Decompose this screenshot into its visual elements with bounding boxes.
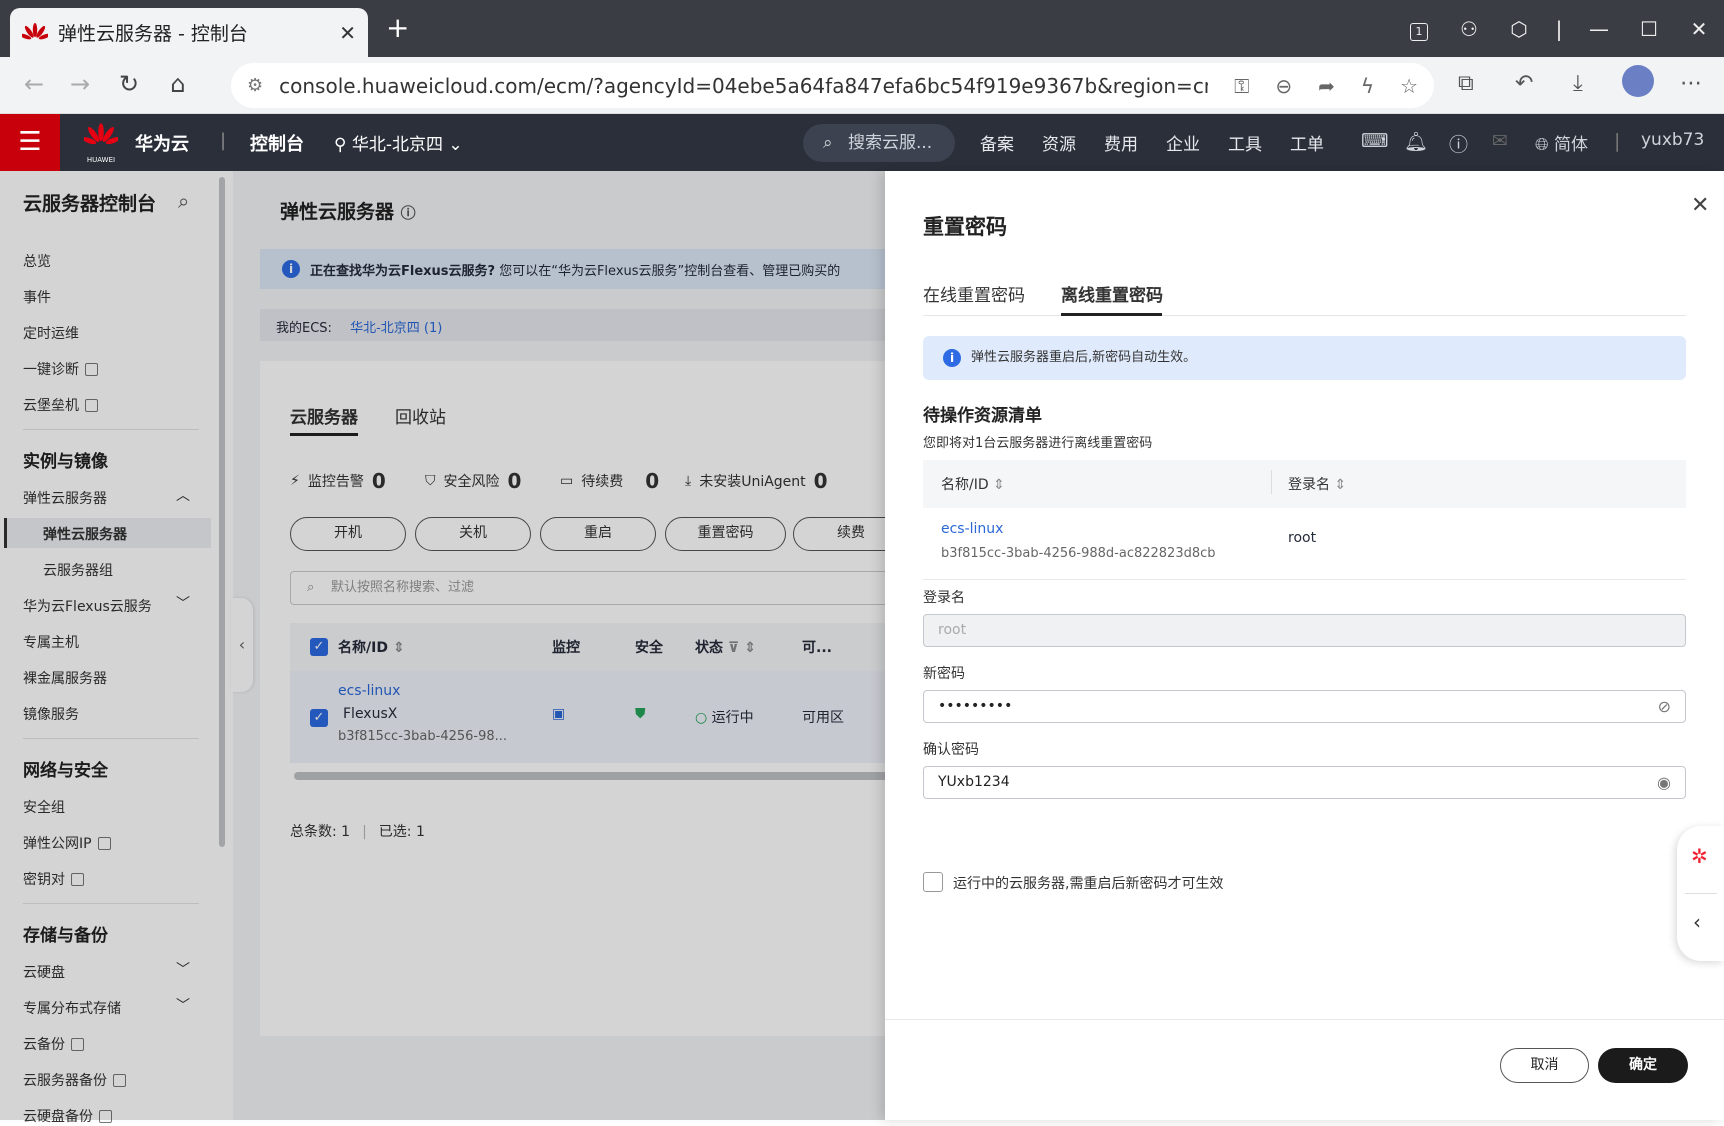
confirm-button[interactable]: 确定 (1598, 1048, 1688, 1083)
active-tab-indicator (1061, 313, 1162, 316)
col-name-id[interactable]: 名称/ID ⇕ (941, 474, 1005, 494)
restart-checkbox[interactable] (923, 872, 943, 892)
sort-icon: ⇕ (1334, 477, 1347, 493)
browser-tab[interactable]: 弹性云服务器 - 控制台 ✕ (10, 8, 368, 57)
nav-enterprise[interactable]: 企业 (1166, 130, 1200, 155)
browser-tab-bar: 弹性云服务器 - 控制台 ✕ + 1 ⚇ ⬡ | — ☐ ✕ (0, 0, 1724, 57)
home-button[interactable]: ⌂ (162, 70, 194, 98)
eye-icon[interactable]: ◉ (1657, 767, 1671, 798)
cancel-button[interactable]: 取消 (1500, 1048, 1589, 1083)
region-selector[interactable]: ⚲ 华北-北京四 ⌄ (334, 130, 463, 155)
sort-icon: ⇕ (993, 477, 1005, 493)
minimize-button[interactable]: — (1574, 17, 1624, 41)
header-search[interactable]: ⌕ 搜索云服... (803, 124, 955, 162)
help-icon[interactable]: ⓘ (1449, 130, 1468, 157)
back-button[interactable]: ← (18, 70, 50, 98)
drawer-title: 重置密码 (923, 215, 1007, 239)
col-divider (1271, 470, 1272, 494)
info-alert: i 弹性云服务器重启后,新密码自动生效。 (923, 336, 1686, 380)
login-name-label: 登录名 (923, 590, 965, 606)
resource-name-link[interactable]: ecs-linux (941, 521, 1003, 537)
zoom-out-icon[interactable]: ⊖ (1275, 74, 1292, 98)
info-alert-text: 弹性云服务器重启后,新密码自动生效。 (971, 350, 1197, 365)
more-menu-icon[interactable]: ⋯ (1680, 71, 1702, 96)
header-divider: | (220, 130, 227, 151)
profile-avatar[interactable] (1622, 65, 1654, 97)
eye-hidden-icon[interactable]: ⊘ (1658, 691, 1671, 722)
resource-id: b3f815cc-3bab-4256-988d-ac822823d8cb (941, 546, 1216, 561)
hamburger-menu-icon[interactable]: ☰ (0, 114, 60, 171)
floating-widget: ✲ ‹ (1677, 826, 1724, 961)
forward-button[interactable]: → (64, 70, 96, 98)
extensions-puzzle-icon[interactable]: ⧉ (1458, 71, 1474, 96)
logo-wordmark: HUAWEI (86, 156, 116, 164)
key-icon[interactable]: ⚿ (1234, 74, 1249, 98)
nav-beian[interactable]: 备案 (980, 130, 1014, 155)
bolt-icon[interactable]: ϟ (1361, 74, 1374, 98)
tab-offline-reset[interactable]: 离线重置密码 (1061, 281, 1163, 306)
console-header: ☰ HUAWEI 华为云 | 控制台 ⚲ 华北-北京四 ⌄ ⌕ 搜索云服... 备… (0, 114, 1724, 171)
assistant-icon[interactable]: ✲ (1691, 844, 1708, 868)
close-icon[interactable]: ✕ (1691, 193, 1709, 218)
download-icon[interactable]: ⤓ (1573, 71, 1583, 96)
nav-resources[interactable]: 资源 (1042, 130, 1076, 155)
col-login-name[interactable]: 登录名 ⇕ (1288, 474, 1346, 494)
login-name-field: root (923, 614, 1686, 647)
notification-bell-icon[interactable]: 🔔︎ (1404, 130, 1428, 153)
resource-table-row: ecs-linux b3f815cc-3bab-4256-988d-ac8228… (923, 508, 1686, 580)
separator: | (1555, 16, 1563, 41)
console-link[interactable]: 控制台 (250, 130, 304, 156)
user-menu[interactable]: yuxb73 (1641, 130, 1704, 150)
nav-billing[interactable]: 费用 (1104, 130, 1138, 155)
address-bar[interactable]: ⚙ console.huaweicloud.com/ecm/?agencyId=… (231, 63, 1434, 108)
divider (1685, 893, 1717, 894)
footer-divider (885, 1019, 1724, 1020)
search-placeholder: 搜索云服... (848, 133, 933, 153)
huawei-favicon-icon (19, 22, 51, 44)
resource-table-header: 名称/ID ⇕ 登录名 ⇕ (923, 460, 1686, 508)
new-password-field[interactable]: ••••••••• ⊘ (923, 690, 1686, 723)
brand-name[interactable]: 华为云 (135, 130, 189, 156)
confirm-password-label: 确认密码 (923, 742, 979, 758)
restart-checkbox-label: 运行中的云服务器,需重启后新密码才可生效 (953, 876, 1224, 892)
header-nav: 备案 资源 费用 企业 工具 工单 (980, 130, 1324, 155)
close-window-button[interactable]: ✕ (1674, 17, 1724, 41)
cloudshell-icon[interactable]: ⌨ (1361, 130, 1388, 152)
share-icon[interactable]: ➦ (1318, 74, 1335, 98)
tab-divider (923, 315, 1686, 316)
tab-online-reset[interactable]: 在线重置密码 (923, 281, 1025, 306)
favorite-star-icon[interactable]: ☆ (1400, 74, 1418, 98)
language-selector[interactable]: 🌐︎ 简体 (1535, 130, 1588, 155)
resource-list-subtitle: 您即将对1台云服务器进行离线重置密码 (923, 436, 1153, 451)
browser-toolbar: ← → ↻ ⌂ ⚙ console.huaweicloud.com/ecm/?a… (0, 57, 1724, 114)
extensions-icon[interactable]: ⬡ (1494, 17, 1544, 41)
confirm-password-field[interactable]: YUxb1234 ◉ (923, 766, 1686, 799)
maximize-button[interactable]: ☐ (1624, 17, 1674, 41)
resource-login: root (1288, 530, 1317, 546)
undo-icon[interactable]: ↶ (1515, 71, 1533, 96)
nav-tickets[interactable]: 工单 (1290, 130, 1324, 155)
header-divider-2: | (1614, 130, 1621, 152)
reload-button[interactable]: ↻ (113, 70, 145, 98)
resource-list-title: 待操作资源清单 (923, 406, 1042, 426)
info-icon: i (943, 349, 961, 367)
browser-tab-title: 弹性云服务器 - 控制台 (58, 23, 248, 45)
huawei-logo[interactable]: HUAWEI (81, 122, 121, 164)
modal-overlay[interactable] (0, 171, 885, 1120)
new-tab-button[interactable]: + (386, 14, 409, 42)
feedback-icon[interactable]: ✉ (1492, 130, 1508, 152)
reset-password-drawer: ✕ 重置密码 在线重置密码 离线重置密码 i 弹性云服务器重启后,新密码自动生效… (885, 171, 1724, 1120)
nav-tools[interactable]: 工具 (1228, 130, 1262, 155)
new-password-label: 新密码 (923, 666, 965, 682)
site-settings-icon[interactable]: ⚙ (247, 75, 263, 96)
search-icon: ⌕ (823, 133, 833, 153)
tab-count-icon[interactable]: 1 (1394, 16, 1444, 41)
chevron-left-icon[interactable]: ‹ (1693, 910, 1701, 934)
url-text: console.huaweicloud.com/ecm/?agencyId=04… (279, 73, 1209, 98)
close-tab-icon[interactable]: ✕ (339, 21, 356, 45)
copilot-icon[interactable]: ⚇ (1444, 17, 1494, 41)
